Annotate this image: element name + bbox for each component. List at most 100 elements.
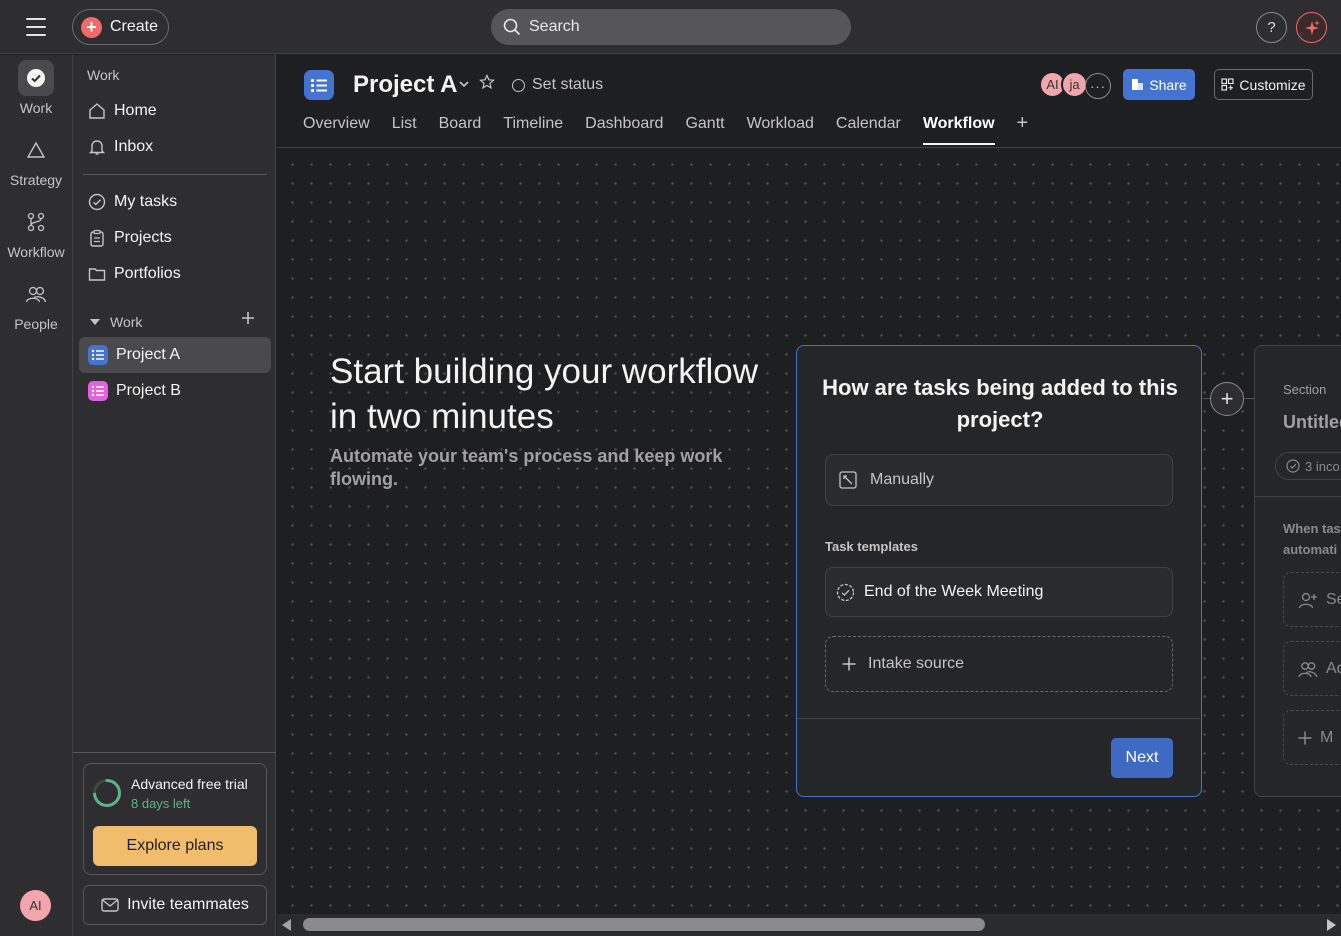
chevron-down-icon[interactable] (458, 77, 470, 95)
status-circle-icon (512, 78, 525, 92)
invite-label: Invite teammates (127, 896, 249, 913)
share-label: Share (1149, 76, 1187, 93)
home-icon (89, 103, 105, 119)
add-collaborators-slot[interactable]: Ad (1283, 641, 1341, 696)
section-card[interactable]: Section Untitled 3 inco When tas automat… (1254, 345, 1341, 797)
sidebar-item-inbox[interactable]: Inbox (79, 129, 271, 165)
tab-gantt[interactable]: Gantt (685, 115, 724, 143)
set-status-button[interactable]: Set status (512, 76, 603, 94)
tab-dashboard[interactable]: Dashboard (585, 115, 663, 143)
sidebar-item-label: Home (114, 102, 157, 119)
rule-line: automati (1283, 542, 1338, 557)
sidebar: Work Home Inbox My tasks Projects Portfo… (72, 55, 276, 936)
menu-icon[interactable] (22, 16, 50, 38)
incomplete-tasks-pill: 3 inco (1275, 452, 1341, 480)
section-divider (1255, 496, 1341, 497)
sidebar-group-label: Work (110, 314, 143, 330)
people-icon (1298, 661, 1318, 677)
rail-item-workflow[interactable]: Workflow (0, 204, 72, 260)
intake-source-label: Intake source (868, 655, 965, 672)
sidebar-item-portfolios[interactable]: Portfolios (79, 256, 271, 292)
trial-progress-ring (93, 779, 121, 807)
tab-workflow[interactable]: Workflow (922, 115, 995, 145)
main-area: Project A Set status AI ja ··· Share Cus… (277, 55, 1341, 936)
more-members-button[interactable]: ··· (1085, 73, 1111, 99)
mail-icon (101, 898, 119, 912)
rail-item-work[interactable]: Work (0, 60, 72, 116)
grid-icon (1221, 78, 1234, 91)
member-avatar[interactable]: ja (1061, 71, 1088, 98)
tab-overview[interactable]: Overview (303, 115, 370, 143)
sidebar-item-label: Projects (114, 229, 172, 246)
sidebar-item-project-b[interactable]: Project B (79, 373, 271, 409)
help-button[interactable]: ? (1256, 12, 1287, 43)
tab-board[interactable]: Board (439, 115, 482, 143)
scrollbar-thumb[interactable] (303, 918, 985, 931)
list-icon (88, 345, 108, 365)
plus-icon: + (81, 16, 102, 38)
pill-label: 3 inco (1305, 458, 1340, 474)
horizontal-scrollbar[interactable] (277, 914, 1341, 936)
slot-label: M (1320, 728, 1334, 746)
task-template-item[interactable]: End of the Week Meeting (825, 567, 1173, 617)
check-circle-icon (88, 193, 106, 211)
ai-sparkle-button[interactable] (1296, 12, 1327, 43)
set-assignee-slot[interactable]: Se (1283, 572, 1341, 627)
sidebar-item-home[interactable]: Home (79, 93, 271, 129)
sidebar-item-label: Inbox (114, 138, 154, 155)
intake-card: How are tasks being added to this projec… (796, 345, 1202, 797)
scroll-left-arrow[interactable] (282, 919, 291, 931)
section-label: Section (1283, 382, 1327, 397)
workflow-icon (18, 204, 54, 240)
building-icon (1132, 79, 1144, 90)
customize-label: Customize (1239, 76, 1306, 93)
tab-timeline[interactable]: Timeline (503, 115, 563, 143)
sidebar-divider (73, 752, 276, 753)
add-intake-source-button[interactable]: Intake source (825, 636, 1173, 692)
section-rule-text: When tas automati (1283, 518, 1341, 560)
tab-workload[interactable]: Workload (747, 115, 814, 143)
rail-item-strategy[interactable]: Strategy (0, 132, 72, 188)
search-input[interactable]: Search (491, 9, 851, 45)
trial-days-left: 8 days left (131, 796, 191, 811)
rule-line: When tas (1283, 521, 1341, 536)
manual-icon (839, 471, 857, 489)
plus-icon (242, 312, 254, 324)
check-circle-icon (18, 60, 54, 96)
task-template-label: End of the Week Meeting (864, 583, 1044, 600)
hero-subtitle: Automate your team's process and keep wo… (330, 446, 723, 489)
scroll-right-arrow[interactable] (1327, 919, 1336, 931)
invite-teammates-button[interactable]: Invite teammates (83, 885, 267, 925)
search-placeholder: Search (529, 18, 580, 35)
sidebar-item-projects[interactable]: Projects (79, 220, 271, 256)
triangle-icon (18, 132, 54, 168)
sidebar-item-project-a[interactable]: Project A (79, 337, 271, 373)
add-tab-plus-icon[interactable]: + (1017, 112, 1029, 143)
tab-list[interactable]: List (392, 115, 417, 143)
task-templates-heading: Task templates (825, 539, 918, 554)
sidebar-item-label: My tasks (114, 193, 178, 210)
sidebar-item-label: Portfolios (114, 265, 181, 282)
trial-card: Advanced free trial 8 days left Explore … (83, 763, 267, 875)
next-button[interactable]: Next (1111, 738, 1173, 778)
sidebar-item-my-tasks[interactable]: My tasks (79, 184, 271, 220)
create-button[interactable]: + Create (72, 9, 169, 45)
rail-label: Strategy (9, 172, 63, 188)
add-project-button[interactable] (241, 311, 255, 330)
hero-title: Start building your workflow in two minu… (330, 352, 758, 436)
share-button[interactable]: Share (1123, 69, 1195, 100)
user-avatar[interactable]: AI (20, 890, 51, 921)
tab-calendar[interactable]: Calendar (836, 115, 901, 143)
more-actions-slot[interactable]: M (1283, 710, 1341, 765)
workflow-canvas[interactable]: Start building your workflow in two minu… (277, 149, 1341, 914)
create-label: Create (110, 18, 159, 35)
add-step-button[interactable]: + (1210, 382, 1244, 416)
rail-item-people[interactable]: People (0, 276, 72, 332)
explore-plans-button[interactable]: Explore plans (93, 826, 257, 866)
dashed-check-circle-icon (836, 583, 855, 601)
bell-icon (88, 140, 106, 155)
star-icon[interactable] (479, 74, 495, 95)
project-header: Project A Set status AI ja ··· Share Cus… (277, 55, 1341, 148)
customize-button[interactable]: Customize (1214, 69, 1313, 100)
manually-option[interactable]: Manually (825, 454, 1173, 506)
